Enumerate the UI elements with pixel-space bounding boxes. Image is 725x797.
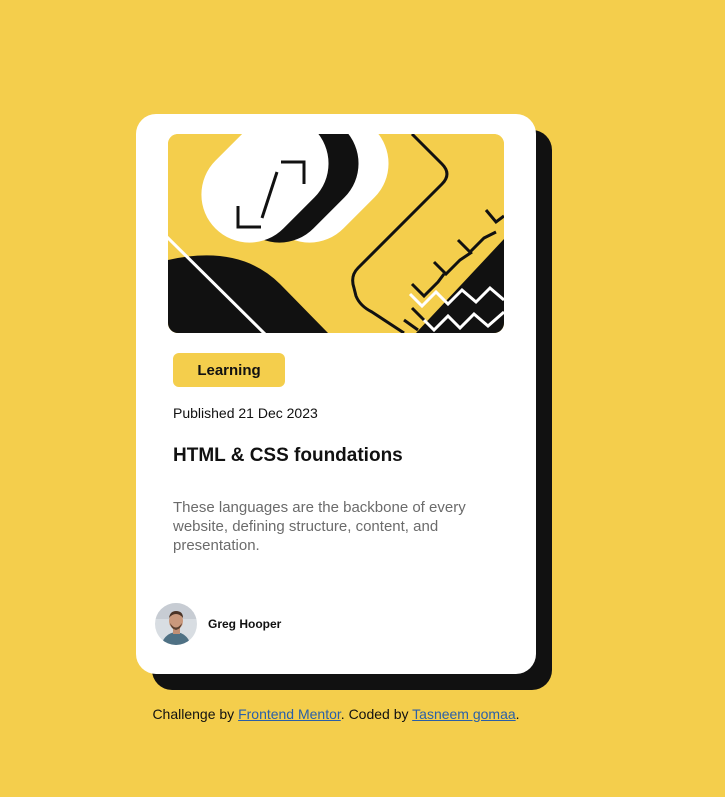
card-description: These languages are the backbone of ever… xyxy=(173,499,466,554)
author-link[interactable]: Tasneem gomaa xyxy=(412,706,516,722)
attribution-middle: . Coded by xyxy=(340,706,409,722)
author-avatar xyxy=(155,603,197,645)
card-title[interactable]: HTML & CSS foundations xyxy=(173,445,403,467)
author-info: Greg Hooper xyxy=(155,603,281,645)
blog-preview-card: Learning Published 21 Dec 2023 HTML & CS… xyxy=(136,114,536,674)
category-badge[interactable]: Learning xyxy=(173,353,285,387)
publish-date: Published 21 Dec 2023 xyxy=(173,405,318,421)
attribution: Challenge by Frontend Mentor. Coded by T… xyxy=(0,706,672,722)
card-illustration xyxy=(168,134,504,333)
attribution-suffix: . xyxy=(515,706,520,722)
attribution-prefix: Challenge by xyxy=(152,706,235,722)
author-name: Greg Hooper xyxy=(208,617,282,631)
frontend-mentor-link[interactable]: Frontend Mentor xyxy=(238,706,341,722)
